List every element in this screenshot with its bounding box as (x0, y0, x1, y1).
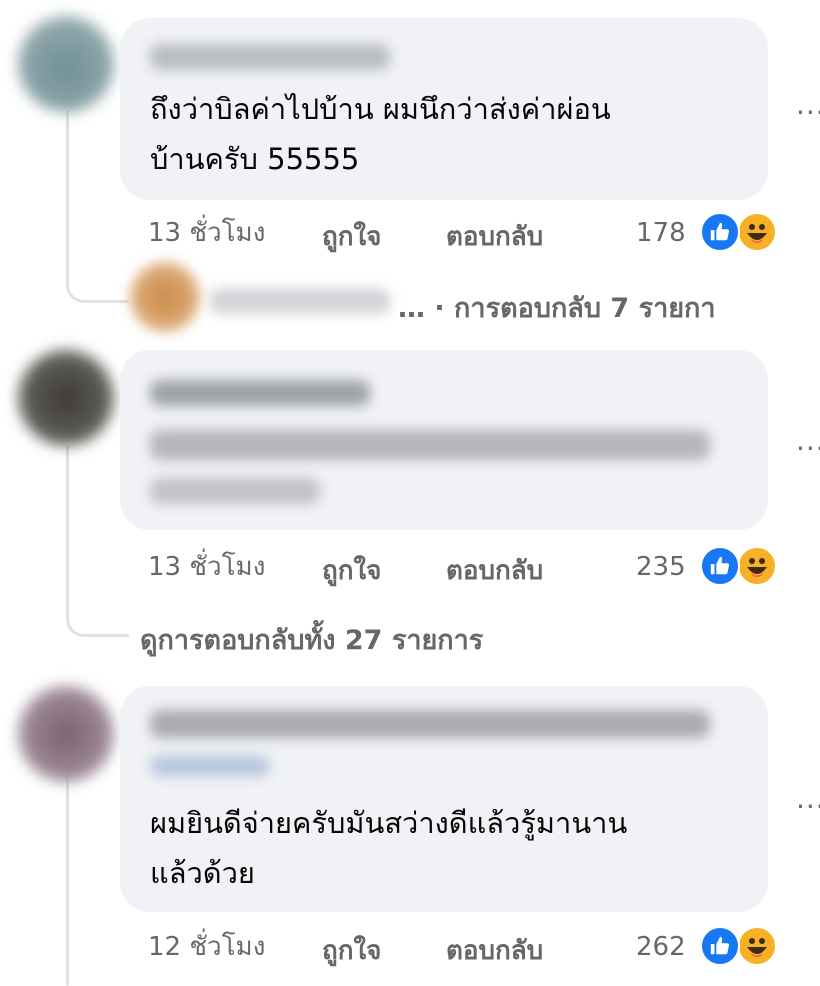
haha-icon (737, 546, 777, 586)
comment-text: ผมยินดีจ่ายครับมันสว่างดีแล้วรู้มานาน แล… (150, 806, 628, 890)
more-options-button[interactable]: ... (796, 88, 820, 121)
commenter-name[interactable] (150, 380, 370, 406)
comment-bubble: ผมยินดีจ่ายครับมันสว่างดีแล้วรู้มานาน แล… (120, 686, 768, 912)
reaction-count[interactable]: 235 (636, 552, 686, 582)
avatar[interactable] (18, 350, 114, 446)
reply-author-name[interactable] (210, 288, 390, 314)
reply-button[interactable]: ตอบกลับ (446, 930, 543, 971)
reaction-count[interactable]: 262 (636, 932, 686, 962)
reply-avatar[interactable] (130, 262, 200, 332)
comment-timestamp[interactable]: 12 ชั่วโมง (148, 926, 265, 967)
haha-icon (737, 212, 777, 252)
comment-bubble (120, 350, 768, 530)
comment-timestamp[interactable]: 13 ชั่วโมง (148, 212, 265, 253)
comment-text-blurred (150, 430, 710, 460)
commenter-name[interactable] (150, 710, 710, 738)
commenter-badge (150, 756, 270, 776)
comment-bubble: ถึงว่าบิลค่าไปบ้าน ผมนึกว่าส่งค่าผ่อน บ้… (120, 18, 768, 200)
like-icon (700, 212, 740, 252)
avatar[interactable] (18, 686, 114, 782)
thread-line (66, 110, 69, 280)
comment-text: ถึงว่าบิลค่าไปบ้าน ผมนึกว่าส่งค่าผ่อน บ้… (150, 92, 611, 176)
like-button[interactable]: ถูกใจ (322, 216, 381, 257)
thread-connector (66, 272, 129, 303)
like-icon (700, 926, 740, 966)
reaction-count[interactable]: 178 (636, 218, 686, 248)
like-icon (700, 546, 740, 586)
haha-icon (737, 926, 777, 966)
comment-timestamp[interactable]: 13 ชั่วโมง (148, 546, 265, 587)
commenter-name[interactable] (150, 44, 390, 70)
reply-button[interactable]: ตอบกลับ (446, 550, 543, 591)
reply-preview-link[interactable]: … · การตอบกลับ 7 รายกา (398, 286, 716, 329)
reply-button[interactable]: ตอบกลับ (446, 216, 543, 257)
avatar[interactable] (18, 16, 114, 112)
thread-line (66, 445, 69, 615)
like-button[interactable]: ถูกใจ (322, 930, 381, 971)
thread-line (66, 760, 69, 986)
more-options-button[interactable]: ... (796, 782, 820, 815)
more-options-button[interactable]: ... (796, 424, 820, 457)
view-all-replies-link[interactable]: ดูการตอบกลับทั้ง 27 รายการ (140, 618, 483, 661)
like-button[interactable]: ถูกใจ (322, 550, 381, 591)
thread-connector (66, 606, 129, 637)
comment-text-blurred (150, 478, 320, 504)
